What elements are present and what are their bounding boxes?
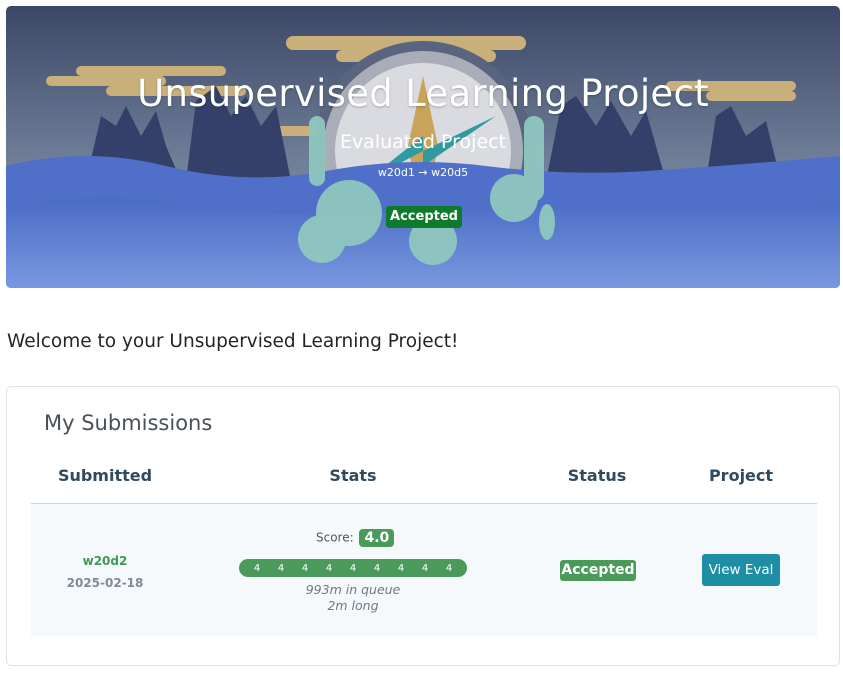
score-line: Score: 4.0 — [316, 529, 395, 547]
eval-duration: 2m long — [327, 598, 379, 613]
criterion-score: 4 — [277, 562, 285, 574]
column-header-status: Status — [567, 466, 627, 485]
submissions-card: My Submissions Submitted Stats Status Pr… — [6, 386, 840, 666]
status-badge: Accepted — [560, 560, 636, 581]
submission-date: 2025-02-18 — [66, 576, 144, 590]
criteria-score-bar: 4 4 4 4 4 4 4 4 4 — [239, 559, 467, 577]
submission-week: w20d2 — [82, 554, 128, 568]
criterion-score: 4 — [349, 562, 357, 574]
view-eval-button[interactable]: View Eval — [702, 554, 780, 586]
criterion-score: 4 — [397, 562, 405, 574]
score-badge: 4.0 — [359, 529, 395, 547]
criterion-score: 4 — [253, 562, 261, 574]
queue-time: 993m in queue — [305, 582, 401, 597]
submissions-title: My Submissions — [44, 411, 213, 435]
project-title: Unsupervised Learning Project — [137, 72, 709, 115]
criterion-score: 4 — [301, 562, 309, 574]
criterion-score: 4 — [421, 562, 429, 574]
table-row: w20d2 2025-02-18 Score: 4.0 4 4 4 4 4 4 … — [31, 504, 817, 636]
welcome-message: Welcome to your Unsupervised Learning Pr… — [7, 331, 459, 352]
score-label: Score: — [316, 530, 354, 545]
column-header-submitted: Submitted — [57, 466, 153, 485]
criterion-score: 4 — [445, 562, 453, 574]
column-header-stats: Stats — [329, 466, 377, 485]
project-hero-banner: Unsupervised Learning Project Evaluated … — [6, 6, 840, 288]
column-header-project: Project — [708, 466, 774, 485]
project-status-badge: Accepted — [386, 206, 462, 228]
criterion-score: 4 — [373, 562, 381, 574]
project-date-range: w20d1 → w20d5 — [377, 166, 469, 179]
criterion-score: 4 — [325, 562, 333, 574]
project-subtitle: Evaluated Project — [339, 131, 507, 153]
